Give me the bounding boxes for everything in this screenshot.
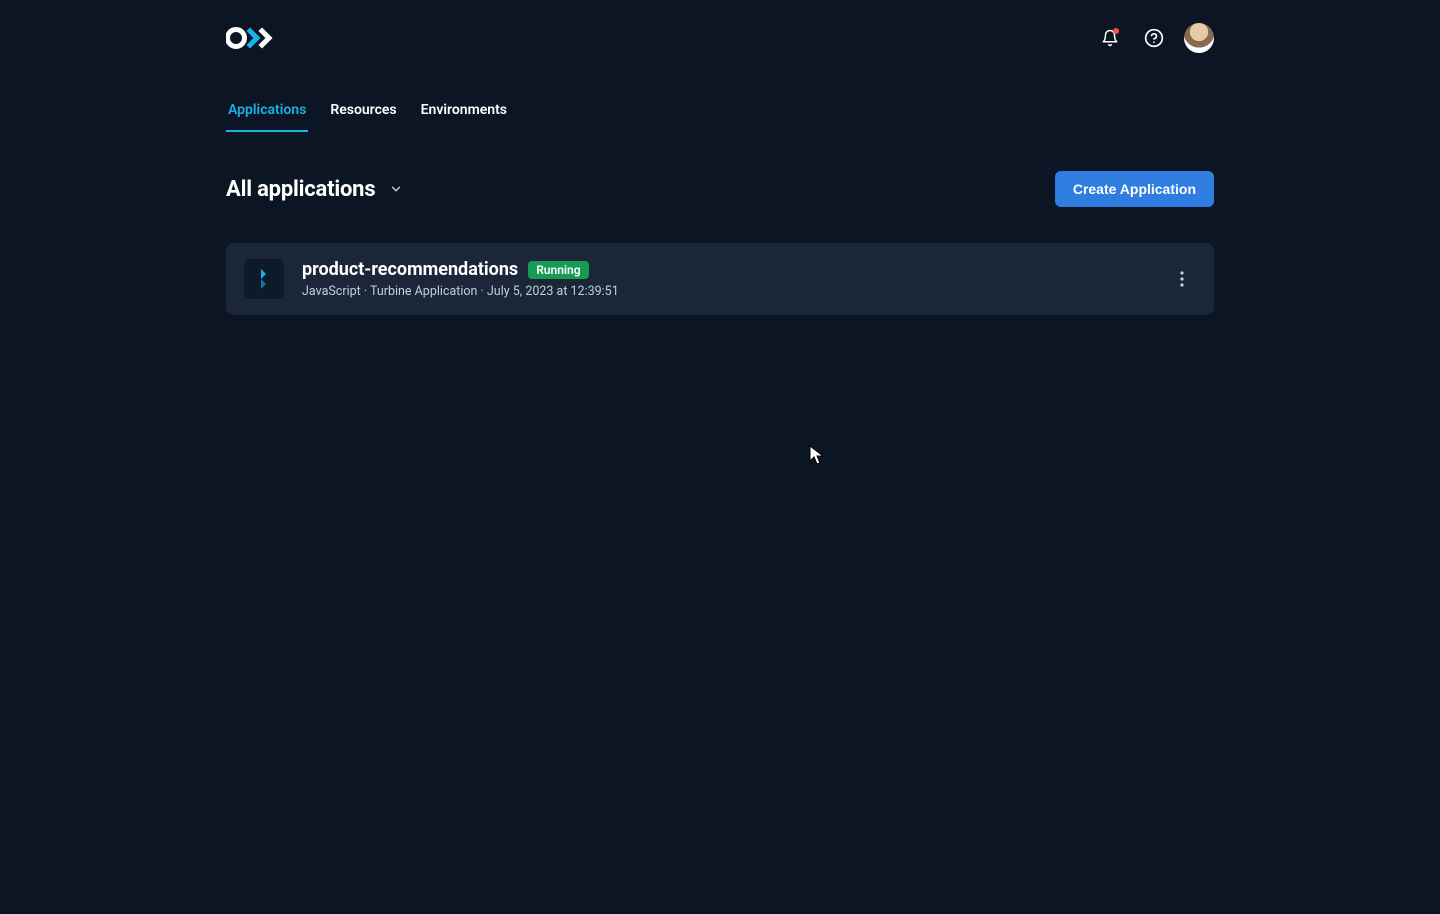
application-title-row: product-recommendations Running bbox=[302, 259, 1150, 280]
topbar bbox=[226, 0, 1214, 64]
application-info: product-recommendations Running JavaScri… bbox=[302, 259, 1150, 299]
application-card[interactable]: product-recommendations Running JavaScri… bbox=[226, 243, 1214, 315]
logo-icon bbox=[226, 26, 278, 50]
topbar-right bbox=[1096, 23, 1214, 53]
tab-resources[interactable]: Resources bbox=[328, 92, 398, 132]
application-menu-button[interactable] bbox=[1168, 265, 1196, 293]
mouse-cursor bbox=[809, 445, 825, 467]
application-meta: JavaScript · Turbine Application · July … bbox=[302, 284, 1150, 299]
application-type: Turbine Application bbox=[370, 284, 477, 299]
logo[interactable] bbox=[226, 26, 278, 50]
application-list: product-recommendations Running JavaScri… bbox=[226, 243, 1214, 315]
notification-dot bbox=[1113, 28, 1119, 34]
status-badge: Running bbox=[528, 261, 588, 279]
nav-tabs: Applications Resources Environments bbox=[226, 92, 1214, 133]
notifications-button[interactable] bbox=[1096, 24, 1124, 52]
application-name: product-recommendations bbox=[302, 259, 518, 280]
avatar[interactable] bbox=[1184, 23, 1214, 53]
propeller-icon bbox=[257, 269, 271, 289]
help-button[interactable] bbox=[1140, 24, 1168, 52]
application-timestamp: July 5, 2023 at 12:39:51 bbox=[487, 284, 619, 299]
meta-separator: · bbox=[477, 284, 486, 299]
help-icon bbox=[1144, 28, 1164, 48]
chevron-down-icon bbox=[389, 182, 403, 196]
tab-applications[interactable]: Applications bbox=[226, 92, 308, 132]
more-vertical-icon bbox=[1180, 271, 1184, 287]
tab-environments[interactable]: Environments bbox=[419, 92, 509, 132]
page-header: All applications Create Application bbox=[226, 171, 1214, 207]
meta-separator: · bbox=[361, 284, 370, 299]
application-language: JavaScript bbox=[302, 284, 361, 299]
page-filter-dropdown[interactable]: All applications bbox=[226, 177, 403, 202]
create-application-button[interactable]: Create Application bbox=[1055, 171, 1214, 207]
page-title: All applications bbox=[226, 177, 375, 202]
application-icon-tile bbox=[244, 259, 284, 299]
